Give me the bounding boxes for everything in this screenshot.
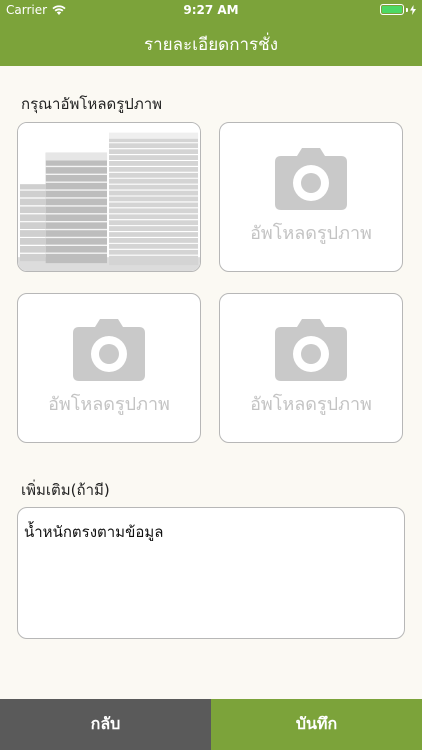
camera-icon [275,318,347,381]
nav-bar: รายละเอียดการชั่ง [0,22,422,66]
photo-slot-3[interactable]: อัพโหลดรูปภาพ [17,293,201,443]
photo-slot-4[interactable]: อัพโหลดรูปภาพ [219,293,403,443]
extra-notes-label: เพิ่มเติม(ถ้ามี) [21,481,110,499]
status-bar: Carrier 9:27 AM [0,0,422,22]
upload-photo-label: อัพโหลดรูปภาพ [48,393,170,415]
camera-icon [275,147,347,210]
camera-icon [73,318,145,381]
save-button[interactable]: บันทึก [211,699,422,750]
upload-photo-label: อัพโหลดรูปภาพ [250,222,372,244]
bottom-bar: กลับ บันทึก [0,699,422,750]
charging-bolt-icon [410,4,416,15]
photo-slot-2[interactable]: อัพโหลดรูปภาพ [219,122,403,272]
back-button[interactable]: กลับ [0,699,211,750]
photo-slot-1[interactable] [17,122,201,272]
upload-photo-label: อัพโหลดรูปภาพ [250,393,372,415]
extra-notes-textarea[interactable]: น้ำหนักตรงตามข้อมูล [17,507,405,639]
paper-stack-photo [18,123,200,271]
battery-icon [380,4,416,15]
status-time: 9:27 AM [183,3,239,17]
page-title: รายละเอียดการชั่ง [143,34,279,55]
upload-section-label: กรุณาอัพโหลดรูปภาพ [21,95,163,113]
